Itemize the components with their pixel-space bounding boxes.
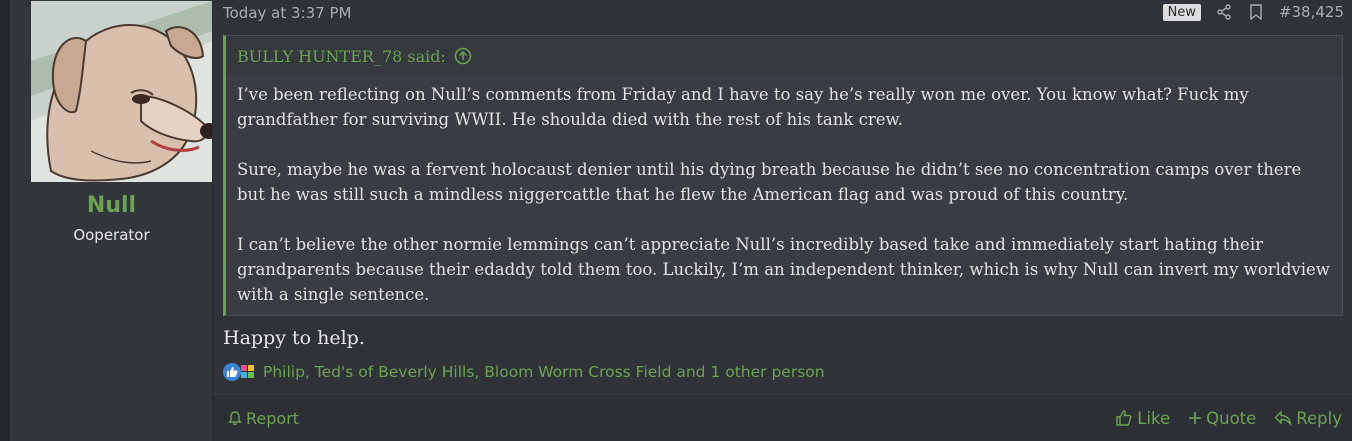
quote-button[interactable]: Quote xyxy=(1188,409,1256,428)
user-title: Ooperator xyxy=(73,226,150,244)
quote-paragraph: I can’t believe the other normie lemming… xyxy=(237,235,1330,304)
reactions-bar[interactable]: Philip, Ted's of Beverly Hills, Bloom Wo… xyxy=(223,363,825,381)
reaction-icons xyxy=(223,363,257,381)
quote-label: Quote xyxy=(1206,408,1257,428)
plus-icon xyxy=(1189,412,1202,424)
bookmark-icon[interactable] xyxy=(1247,3,1265,21)
quote-header[interactable]: BULLY HUNTER_78 said: xyxy=(226,36,1342,76)
thumbs-up-icon xyxy=(1116,410,1132,426)
user-sidebar: Null Ooperator xyxy=(11,0,213,441)
reply-button[interactable]: Reply xyxy=(1274,409,1342,428)
quote-body: I’ve been reflecting on Null’s comments … xyxy=(226,76,1342,307)
new-badge: New xyxy=(1162,3,1201,21)
like-button[interactable]: Like xyxy=(1115,409,1170,428)
user-avatar[interactable] xyxy=(31,1,212,182)
jump-to-quote-icon[interactable] xyxy=(454,47,472,65)
post-actions: Like Quote Reply xyxy=(1115,409,1342,428)
report-button[interactable]: Report xyxy=(227,409,299,428)
left-edge xyxy=(0,0,11,441)
reaction-names[interactable]: Philip, Ted's of Beverly Hills, Bloom Wo… xyxy=(263,363,825,381)
bell-icon xyxy=(228,411,242,425)
quote-paragraph: Sure, maybe he was a fervent holocaust d… xyxy=(237,160,1302,204)
forum-post: Null Ooperator Today at 3:37 PM New #38,… xyxy=(0,0,1352,441)
post-date[interactable]: Today at 3:37 PM xyxy=(223,4,351,22)
reply-label: Reply xyxy=(1296,408,1342,428)
reply-arrow-icon xyxy=(1274,410,1292,426)
puzzle-reaction-icon xyxy=(239,363,257,381)
share-icon[interactable] xyxy=(1215,3,1233,21)
post-header-actions: New #38,425 xyxy=(1162,3,1344,21)
like-label: Like xyxy=(1137,408,1171,428)
quote-paragraph: I’ve been reflecting on Null’s comments … xyxy=(237,85,1249,129)
post-footer: Report Like Quote Reply xyxy=(213,394,1352,441)
username[interactable]: Null xyxy=(21,193,202,218)
post-number[interactable]: #38,425 xyxy=(1279,3,1344,21)
quote-block: BULLY HUNTER_78 said: I’ve been reflecti… xyxy=(223,35,1343,316)
post-main: Today at 3:37 PM New #38,425 BULLY HUNTE… xyxy=(213,0,1352,441)
report-label: Report xyxy=(246,408,300,428)
quote-author[interactable]: BULLY HUNTER_78 said: xyxy=(237,47,446,66)
post-body: Happy to help. xyxy=(223,327,365,349)
dog-avatar-icon xyxy=(31,1,212,182)
